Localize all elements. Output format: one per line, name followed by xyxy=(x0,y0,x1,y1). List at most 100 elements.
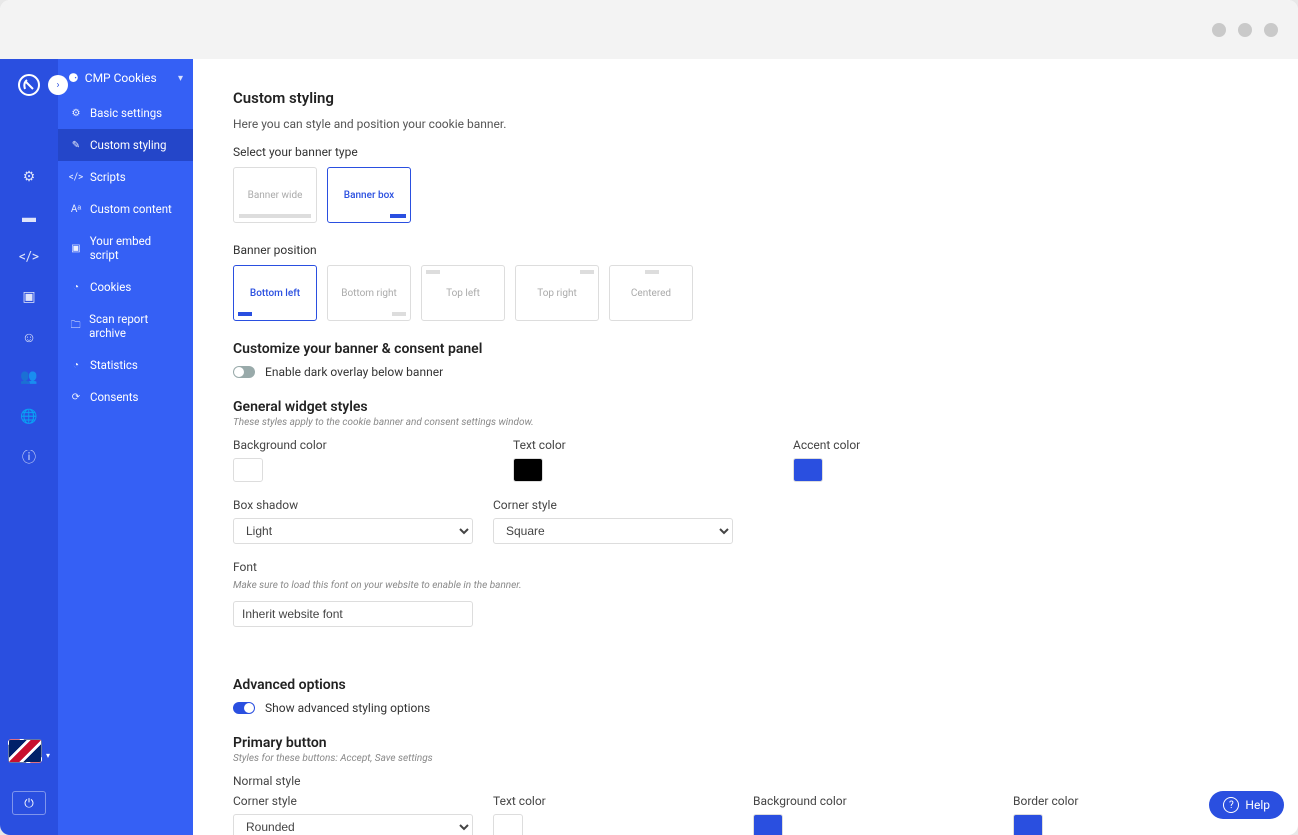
app-logo xyxy=(17,73,41,97)
nav-embed-script[interactable]: ▣ Your embed script xyxy=(58,225,193,271)
power-button[interactable]: ⏻ xyxy=(12,791,46,815)
nav-label: Your embed script xyxy=(90,234,181,262)
font-label: Font xyxy=(233,560,1258,574)
dark-overlay-toggle[interactable] xyxy=(233,366,255,378)
primary-normal-border-swatch[interactable] xyxy=(1013,814,1043,835)
info-icon[interactable]: ⓘ xyxy=(19,447,39,467)
text-color-swatch[interactable] xyxy=(513,458,543,482)
position-top-left[interactable]: Top left xyxy=(421,265,505,321)
advanced-toggle-label: Show advanced styling options xyxy=(265,701,430,715)
primary-normal-text-swatch[interactable] xyxy=(493,814,523,835)
help-label: Help xyxy=(1245,798,1270,812)
corner-label: Corner style xyxy=(233,794,473,808)
nav-scan-archive[interactable]: 🗀 Scan report archive xyxy=(58,303,193,349)
advanced-heading: Advanced options xyxy=(233,677,1258,693)
font-input[interactable] xyxy=(233,601,473,627)
position-bottom-left[interactable]: Bottom left xyxy=(233,265,317,321)
card-label: Top left xyxy=(446,288,480,299)
language-flag-uk[interactable] xyxy=(8,739,42,763)
banner-type-label: Select your banner type xyxy=(233,145,1258,159)
nav-label: Consents xyxy=(90,390,138,404)
nav-custom-styling[interactable]: ✎ Custom styling xyxy=(58,129,193,161)
code-icon: </> xyxy=(70,171,82,183)
text-color-label: Text color xyxy=(513,438,773,452)
text-icon: Aᵃ xyxy=(70,203,82,215)
window-control-dot[interactable] xyxy=(1212,23,1226,37)
icon-sidebar: › ⚙ ▬ </> ▣ ☺ 👥 🌐 ⓘ ▾ ⏻ xyxy=(0,59,58,835)
nav-custom-content[interactable]: Aᵃ Custom content xyxy=(58,193,193,225)
corner-style-select[interactable]: Square xyxy=(493,518,733,544)
box-shadow-label: Box shadow xyxy=(233,498,473,512)
card-label: Bottom left xyxy=(250,288,300,299)
bg-color-label: Background color xyxy=(753,794,993,808)
card-label: Centered xyxy=(631,288,671,299)
general-styles-sub: These styles apply to the cookie banner … xyxy=(233,417,1258,428)
toolbox-icon[interactable]: ▣ xyxy=(19,287,39,307)
nav-cookies[interactable]: ◔ Cookies xyxy=(58,271,193,303)
banner-type-wide[interactable]: Banner wide xyxy=(233,167,317,223)
nav-label: Statistics xyxy=(90,358,138,372)
nav-basic-settings[interactable]: ⚙ Basic settings xyxy=(58,97,193,129)
page-description: Here you can style and position your coo… xyxy=(233,117,1258,131)
code-icon[interactable]: </> xyxy=(19,247,39,267)
sites-icon[interactable]: ⚙ xyxy=(19,167,39,187)
chevron-down-icon: ▾ xyxy=(178,73,183,84)
nav-statistics[interactable]: ◔ Statistics xyxy=(58,349,193,381)
help-button[interactable]: Help xyxy=(1209,791,1284,819)
nav-label: Scan report archive xyxy=(89,312,181,340)
bg-color-swatch[interactable] xyxy=(233,458,263,482)
card-label: Top right xyxy=(537,288,577,299)
font-hint: Make sure to load this font on your webs… xyxy=(233,580,1258,591)
expand-sidebar-button[interactable]: › xyxy=(48,75,68,95)
embed-icon: ▣ xyxy=(70,242,82,254)
banner-position-label: Banner position xyxy=(233,243,1258,257)
accent-color-swatch[interactable] xyxy=(793,458,823,482)
window-control-dot[interactable] xyxy=(1238,23,1252,37)
nav-scripts[interactable]: </> Scripts xyxy=(58,161,193,193)
nav-consents[interactable]: ⟳ Consents xyxy=(58,381,193,413)
chevron-down-icon: ▾ xyxy=(46,751,50,760)
primary-button-heading: Primary button xyxy=(233,735,1258,751)
window-titlebar xyxy=(0,0,1298,59)
nav-label: Scripts xyxy=(90,170,126,184)
card-label: Bottom right xyxy=(341,288,397,299)
archive-icon: 🗀 xyxy=(70,320,81,332)
users-icon[interactable]: 👥 xyxy=(19,367,39,387)
card-label: Banner wide xyxy=(248,190,303,201)
nav-label: Custom styling xyxy=(90,138,166,152)
position-top-right[interactable]: Top right xyxy=(515,265,599,321)
normal-style-label: Normal style xyxy=(233,774,1258,788)
cookie-icon: ◔ xyxy=(70,281,82,293)
page-title: Custom styling xyxy=(233,89,1258,107)
sitemap-icon: ⚈ xyxy=(68,71,79,85)
nav-label: Cookies xyxy=(90,280,131,294)
primary-normal-corner-select[interactable]: Rounded xyxy=(233,814,473,835)
position-bottom-right[interactable]: Bottom right xyxy=(327,265,411,321)
position-centered[interactable]: Centered xyxy=(609,265,693,321)
main-content: Custom styling Here you can style and po… xyxy=(193,59,1298,835)
banner-type-box[interactable]: Banner box xyxy=(327,167,411,223)
refresh-icon: ⟳ xyxy=(70,391,82,403)
primary-normal-bg-swatch[interactable] xyxy=(753,814,783,835)
customize-heading: Customize your banner & consent panel xyxy=(233,341,1258,357)
briefcase-icon[interactable]: ▬ xyxy=(19,207,39,227)
accent-color-label: Accent color xyxy=(793,438,860,452)
globe-icon[interactable]: 🌐 xyxy=(19,407,39,427)
user-icon[interactable]: ☺ xyxy=(19,327,39,347)
nav-label: Custom content xyxy=(90,202,172,216)
corner-style-label: Corner style xyxy=(493,498,733,512)
nav-label: Basic settings xyxy=(90,106,162,120)
gear-icon: ⚙ xyxy=(70,107,82,119)
primary-button-sub: Styles for these buttons: Accept, Save s… xyxy=(233,753,1258,764)
chart-icon: ◔ xyxy=(70,359,82,371)
box-shadow-select[interactable]: Light xyxy=(233,518,473,544)
general-styles-heading: General widget styles xyxy=(233,399,1258,415)
text-color-label: Text color xyxy=(493,794,733,808)
window-control-dot[interactable] xyxy=(1264,23,1278,37)
dark-overlay-label: Enable dark overlay below banner xyxy=(265,365,443,379)
bg-color-label: Background color xyxy=(233,438,493,452)
pencil-icon: ✎ xyxy=(70,139,82,151)
site-name: CMP Cookies xyxy=(85,71,157,85)
site-selector[interactable]: ⚈ CMP Cookies ▾ xyxy=(58,59,193,97)
advanced-toggle[interactable] xyxy=(233,702,255,714)
